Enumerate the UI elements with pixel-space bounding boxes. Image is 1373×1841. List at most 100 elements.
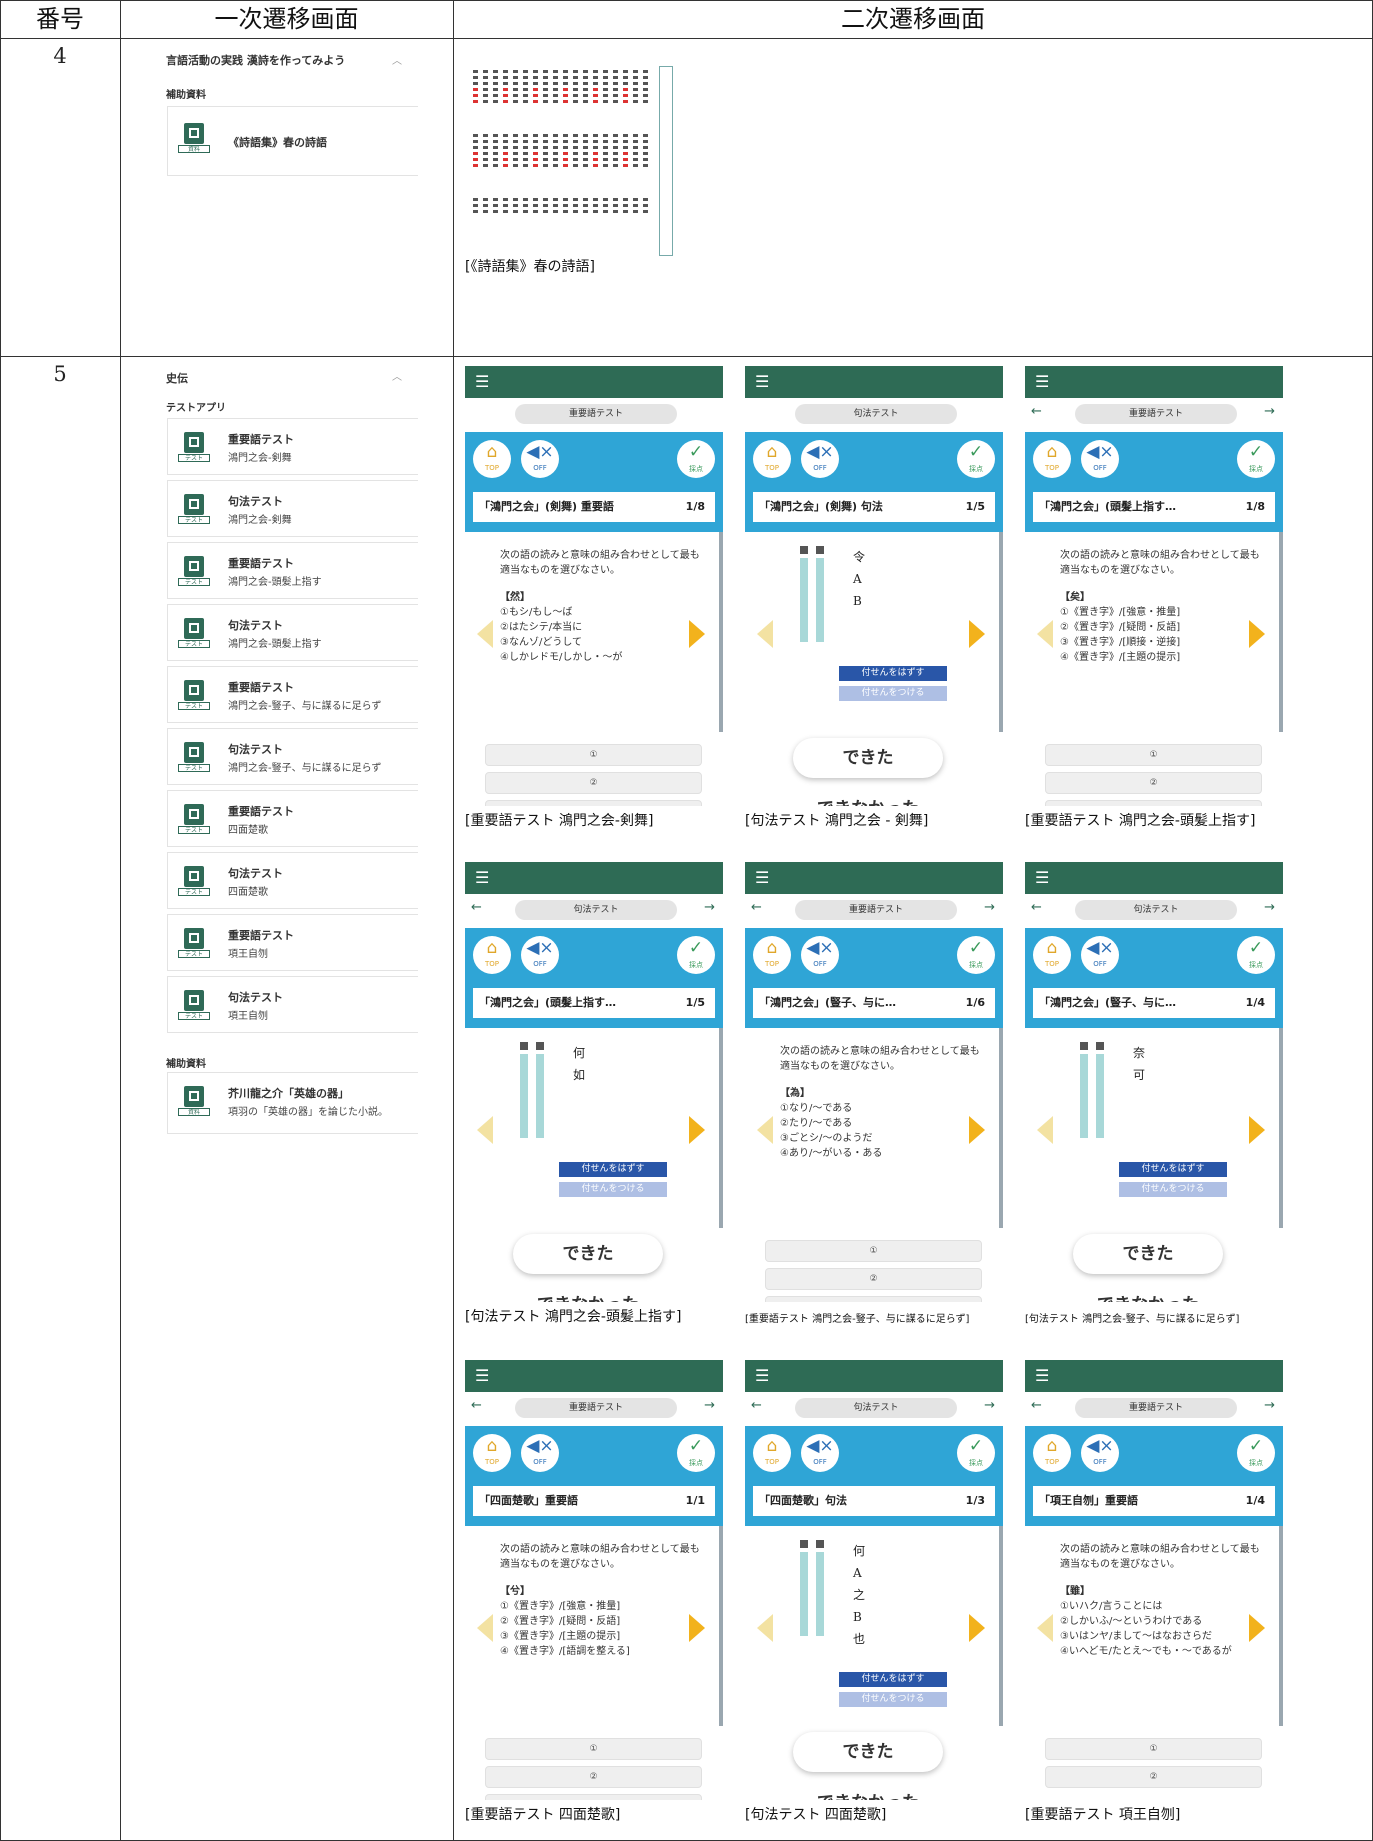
prev-question-icon[interactable] xyxy=(1037,1614,1053,1642)
scrollbar[interactable] xyxy=(1279,532,1283,732)
prev-question-icon[interactable] xyxy=(1037,1116,1053,1144)
prev-question-icon[interactable] xyxy=(477,1116,493,1144)
next-question-icon[interactable] xyxy=(689,1116,705,1144)
test-item[interactable]: テスト 句法テスト 鴻門之会-頭髪上指す xyxy=(167,604,418,661)
add-sticky-button[interactable]: 付せんをつける xyxy=(559,1182,667,1197)
test-item[interactable]: テスト 句法テスト 四面楚歌 xyxy=(167,852,418,909)
menu-icon[interactable]: ☰ xyxy=(1035,374,1049,390)
not-done-button[interactable]: できなかった xyxy=(793,794,943,806)
menu-icon[interactable]: ☰ xyxy=(755,870,769,886)
grade-icon[interactable]: ✓ 採点 xyxy=(1237,440,1275,478)
menu-icon[interactable]: ☰ xyxy=(475,1368,489,1384)
answer-button[interactable]: ③ xyxy=(485,800,702,806)
remove-sticky-button[interactable]: 付せんをはずす xyxy=(1119,1162,1227,1177)
scrollbar[interactable] xyxy=(719,1526,723,1726)
test-item[interactable]: テスト 重要語テスト 鴻門之会-豎子、与に謀るに足らず xyxy=(167,666,418,723)
grade-icon[interactable]: ✓ 採点 xyxy=(957,936,995,974)
home-icon[interactable]: ⌂ TOP xyxy=(1033,936,1071,974)
prev-question-icon[interactable] xyxy=(757,1116,773,1144)
answer-button[interactable]: ② xyxy=(765,1268,982,1290)
answer-button[interactable]: ③ xyxy=(1045,800,1262,806)
grade-icon[interactable]: ✓ 採点 xyxy=(957,1434,995,1472)
done-button[interactable]: できた xyxy=(793,738,943,778)
arrow-right-icon[interactable]: → xyxy=(704,1398,715,1413)
scrollbar[interactable] xyxy=(1279,1028,1283,1228)
remove-sticky-button[interactable]: 付せんをはずす xyxy=(559,1162,667,1177)
sound-off-icon[interactable]: ◀× OFF xyxy=(1081,1434,1119,1472)
test-item[interactable]: テスト 重要語テスト 四面楚歌 xyxy=(167,790,418,847)
add-sticky-button[interactable]: 付せんをつける xyxy=(839,686,947,701)
remove-sticky-button[interactable]: 付せんをはずす xyxy=(839,1672,947,1687)
resource-item[interactable]: 資料 《詩語集》春の詩語 xyxy=(167,106,418,176)
prev-question-icon[interactable] xyxy=(477,620,493,648)
home-icon[interactable]: ⌂ TOP xyxy=(1033,440,1071,478)
menu-icon[interactable]: ☰ xyxy=(755,374,769,390)
menu-icon[interactable]: ☰ xyxy=(755,1368,769,1384)
prev-question-icon[interactable] xyxy=(1037,620,1053,648)
scrollbar[interactable] xyxy=(719,532,723,732)
prev-question-icon[interactable] xyxy=(757,1614,773,1642)
grade-icon[interactable]: ✓ 採点 xyxy=(677,936,715,974)
sound-off-icon[interactable]: ◀× OFF xyxy=(521,1434,559,1472)
sound-off-icon[interactable]: ◀× OFF xyxy=(1081,440,1119,478)
resource-item[interactable]: 資料 芥川龍之介「英雄の器」 項羽の「英雄の器」を論じた小説。 xyxy=(167,1072,418,1134)
scrollbar[interactable] xyxy=(999,1526,1003,1726)
answer-button[interactable]: ② xyxy=(1045,772,1262,794)
not-done-button[interactable]: できなかった xyxy=(1073,1290,1223,1302)
arrow-right-icon[interactable]: → xyxy=(1264,900,1275,915)
answer-button[interactable]: ① xyxy=(485,1738,702,1760)
arrow-left-icon[interactable]: ← xyxy=(1031,404,1042,419)
sound-off-icon[interactable]: ◀× OFF xyxy=(521,440,559,478)
home-icon[interactable]: ⌂ TOP xyxy=(753,440,791,478)
next-question-icon[interactable] xyxy=(969,1614,985,1642)
arrow-right-icon[interactable]: → xyxy=(984,900,995,915)
sound-off-icon[interactable]: ◀× OFF xyxy=(801,440,839,478)
home-icon[interactable]: ⌂ TOP xyxy=(753,1434,791,1472)
chevron-up-icon[interactable]: ︿ xyxy=(392,368,402,383)
answer-button[interactable]: ① xyxy=(1045,744,1262,766)
answer-button[interactable]: ③ xyxy=(485,1794,702,1800)
test-item[interactable]: テスト 句法テスト 鴻門之会-豎子、与に謀るに足らず xyxy=(167,728,418,785)
arrow-right-icon[interactable]: → xyxy=(984,1398,995,1413)
arrow-left-icon[interactable]: ← xyxy=(751,1398,762,1413)
arrow-left-icon[interactable]: ← xyxy=(471,900,482,915)
answer-button[interactable]: ① xyxy=(765,1240,982,1262)
menu-icon[interactable]: ☰ xyxy=(475,374,489,390)
grade-icon[interactable]: ✓ 採点 xyxy=(677,1434,715,1472)
home-icon[interactable]: ⌂ TOP xyxy=(473,440,511,478)
test-item[interactable]: テスト 重要語テスト 項王自刎 xyxy=(167,914,418,971)
next-question-icon[interactable] xyxy=(1249,1116,1265,1144)
answer-button[interactable]: ① xyxy=(485,744,702,766)
menu-icon[interactable]: ☰ xyxy=(475,870,489,886)
grade-icon[interactable]: ✓ 採点 xyxy=(1237,936,1275,974)
test-item[interactable]: テスト 重要語テスト 鴻門之会-剣舞 xyxy=(167,418,418,475)
done-button[interactable]: できた xyxy=(1073,1234,1223,1274)
arrow-left-icon[interactable]: ← xyxy=(471,1398,482,1413)
scrollbar[interactable] xyxy=(719,1028,723,1228)
grade-icon[interactable]: ✓ 採点 xyxy=(1237,1434,1275,1472)
scrollbar[interactable] xyxy=(999,1028,1003,1228)
answer-button[interactable]: ③ xyxy=(765,1296,982,1302)
done-button[interactable]: できた xyxy=(793,1732,943,1772)
chevron-up-icon[interactable]: ︿ xyxy=(392,52,402,67)
sound-off-icon[interactable]: ◀× OFF xyxy=(801,1434,839,1472)
home-icon[interactable]: ⌂ TOP xyxy=(473,936,511,974)
arrow-right-icon[interactable]: → xyxy=(1264,1398,1275,1413)
sound-off-icon[interactable]: ◀× OFF xyxy=(521,936,559,974)
home-icon[interactable]: ⌂ TOP xyxy=(473,1434,511,1472)
arrow-left-icon[interactable]: ← xyxy=(751,900,762,915)
answer-button[interactable]: ② xyxy=(1045,1766,1262,1788)
add-sticky-button[interactable]: 付せんをつける xyxy=(1119,1182,1227,1197)
prev-question-icon[interactable] xyxy=(757,620,773,648)
arrow-left-icon[interactable]: ← xyxy=(1031,900,1042,915)
scrollbar[interactable] xyxy=(1279,1526,1283,1726)
prev-question-icon[interactable] xyxy=(477,1614,493,1642)
scrollbar[interactable] xyxy=(999,532,1003,732)
grade-icon[interactable]: ✓ 採点 xyxy=(957,440,995,478)
grade-icon[interactable]: ✓ 採点 xyxy=(677,440,715,478)
answer-button[interactable]: ② xyxy=(485,772,702,794)
test-item[interactable]: テスト 句法テスト 項王自刎 xyxy=(167,976,418,1033)
not-done-button[interactable]: できなかった xyxy=(513,1290,663,1302)
arrow-left-icon[interactable]: ← xyxy=(1031,1398,1042,1413)
answer-button[interactable]: ① xyxy=(1045,1738,1262,1760)
